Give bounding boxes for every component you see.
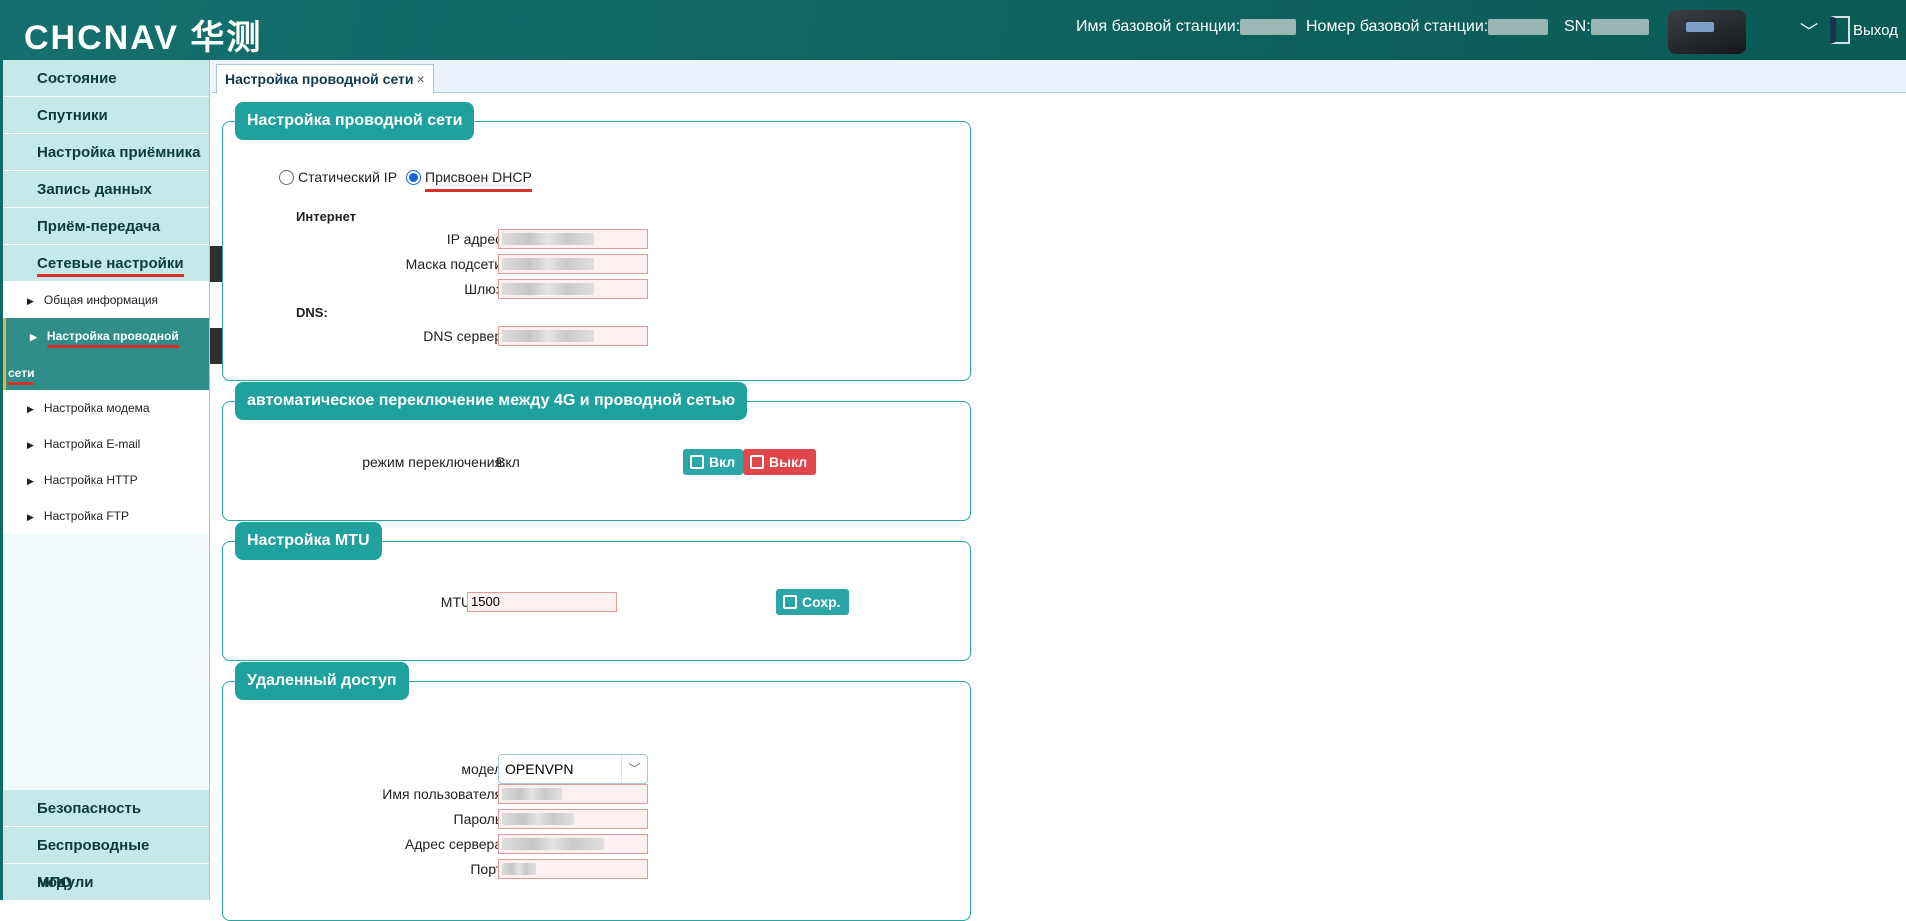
username-input[interactable] bbox=[498, 784, 648, 804]
switch-mode-label: режим переключения: bbox=[362, 454, 506, 470]
close-icon bbox=[750, 455, 764, 469]
chevron-down-icon[interactable]: ﹀ bbox=[1800, 18, 1818, 44]
sn-value bbox=[1590, 18, 1649, 35]
tab-wired-network[interactable]: Настройка проводной сети × bbox=[216, 64, 434, 94]
panel-title: Настройка MTU bbox=[235, 522, 382, 560]
sidebar-item-satellites[interactable]: Спутники bbox=[3, 97, 209, 134]
mask-label: Маска подсети: bbox=[405, 256, 506, 272]
triangle-right-icon: ▶ bbox=[27, 512, 34, 522]
sn-info: SN: bbox=[1564, 18, 1649, 36]
mtu-panel: Настройка MTU MTU: 1500 Сохр. bbox=[222, 522, 971, 661]
switch-off-button[interactable]: Выкл bbox=[743, 449, 816, 475]
gateway-label: Шлюз: bbox=[464, 281, 506, 297]
sidebar-sub-label: Общая информация bbox=[43, 293, 159, 307]
switch-on-label: Вкл bbox=[709, 454, 736, 470]
sidebar-sub-label-cont: сети bbox=[8, 366, 35, 385]
password-label: Пароль: bbox=[453, 811, 506, 827]
sidebar-sub-label: Настройка HTTP bbox=[43, 473, 138, 487]
sn-label: SN: bbox=[1564, 18, 1591, 35]
model-select-value: OPENVPN bbox=[505, 761, 574, 777]
sidebar-sub-label: Настройка FTP bbox=[43, 509, 129, 523]
port-label: Порт: bbox=[470, 861, 506, 877]
auto-switch-panel: автоматическое переключение между 4G и п… bbox=[222, 382, 971, 521]
brand-logo: CHCNAV 华测 bbox=[24, 19, 263, 57]
wired-network-panel: Настройка проводной сети Статический IP … bbox=[222, 102, 971, 381]
server-address-input[interactable] bbox=[498, 834, 648, 854]
logout-link[interactable]: Выход bbox=[1853, 22, 1898, 39]
dns-server-label: DNS сервер: bbox=[423, 328, 506, 344]
server-address-label: Адрес сервера: bbox=[404, 836, 506, 852]
mtu-input[interactable]: 1500 bbox=[467, 592, 617, 612]
sidebar-sub-label: Настройка модема bbox=[43, 401, 150, 415]
ip-label: IP адрес: bbox=[446, 231, 506, 247]
triangle-right-icon: ▶ bbox=[27, 296, 34, 306]
sidebar-sub-general-info[interactable]: ▶ Общая информация bbox=[3, 282, 209, 318]
tab-bar: Настройка проводной сети × bbox=[212, 60, 1906, 94]
station-number-info: Номер базовой станции: bbox=[1306, 18, 1549, 36]
port-input[interactable] bbox=[498, 859, 648, 879]
sidebar-item-status[interactable]: Состояние bbox=[3, 60, 209, 97]
ip-input[interactable] bbox=[498, 229, 648, 249]
internet-heading: Интернет bbox=[296, 209, 357, 224]
save-icon bbox=[783, 595, 797, 609]
station-name-value bbox=[1240, 18, 1297, 35]
dns-heading: DNS: bbox=[296, 305, 328, 320]
sidebar-sub-wired-network[interactable]: ▶ Настройка проводной сети bbox=[3, 318, 209, 390]
mask-input[interactable] bbox=[498, 254, 648, 274]
triangle-right-icon: ▶ bbox=[30, 332, 37, 342]
sidebar-item-network-settings[interactable]: Сетевые настройки bbox=[3, 245, 209, 282]
remote-access-panel: Удаленный доступ модел: OPENVPN ﹀ Имя пол… bbox=[222, 662, 971, 921]
sidebar-sub-ftp[interactable]: ▶ Настройка FTP bbox=[3, 498, 209, 534]
triangle-right-icon: ▶ bbox=[27, 404, 34, 414]
receiver-device-image bbox=[1668, 10, 1746, 54]
tab-label: Настройка проводной сети bbox=[225, 71, 414, 87]
sidebar-sub-http[interactable]: ▶ Настройка HTTP bbox=[3, 462, 209, 498]
panel-title: Удаленный доступ bbox=[235, 662, 409, 700]
chevron-down-icon: ﹀ bbox=[621, 755, 647, 783]
password-input[interactable] bbox=[498, 809, 648, 829]
sidebar-item-io[interactable]: Приём-передача bbox=[3, 208, 209, 245]
model-label: модел: bbox=[461, 761, 506, 777]
username-label: Имя пользователя: bbox=[382, 786, 506, 802]
logout-icon[interactable] bbox=[1830, 16, 1850, 44]
sidebar-item-network-settings-label: Сетевые настройки bbox=[37, 255, 184, 277]
model-select[interactable]: OPENVPN ﹀ bbox=[498, 754, 648, 784]
station-number-label: Номер базовой станции: bbox=[1306, 18, 1489, 35]
station-name-info: Имя базовой станции: bbox=[1076, 18, 1297, 36]
station-number-value bbox=[1488, 18, 1549, 35]
triangle-right-icon: ▶ bbox=[27, 476, 34, 486]
sidebar-item-security[interactable]: Безопасность bbox=[3, 790, 209, 827]
sidebar: Состояние Спутники Настройка приёмника З… bbox=[0, 60, 210, 901]
panel-title: автоматическое переключение между 4G и п… bbox=[235, 382, 748, 420]
dhcp-radio[interactable] bbox=[406, 170, 421, 185]
close-icon[interactable]: × bbox=[417, 71, 425, 87]
header-bar: CHCNAV 华测 Имя базовой станции: Номер баз… bbox=[0, 0, 1906, 60]
sidebar-sub-modem[interactable]: ▶ Настройка модема bbox=[3, 390, 209, 426]
gateway-input[interactable] bbox=[498, 279, 648, 299]
switch-off-label: Выкл bbox=[769, 454, 808, 470]
sidebar-sub-label: Настройка E-mail bbox=[43, 437, 141, 451]
mtu-label: MTU: bbox=[440, 594, 475, 610]
sidebar-bottom-group: Безопасность Беспроводные модули МПО bbox=[3, 790, 209, 901]
edit-icon bbox=[690, 455, 704, 469]
static-ip-radio[interactable] bbox=[279, 170, 294, 185]
sidebar-item-firmware[interactable]: МПО bbox=[3, 864, 209, 901]
sidebar-item-wireless-modules[interactable]: Беспроводные модули bbox=[3, 827, 209, 891]
sidebar-sub-email[interactable]: ▶ Настройка E-mail bbox=[3, 426, 209, 462]
switch-on-button[interactable]: Вкл bbox=[683, 449, 743, 475]
dhcp-label[interactable]: Присвоен DHCP bbox=[425, 169, 532, 192]
dns-server-input[interactable] bbox=[498, 326, 648, 346]
static-ip-label[interactable]: Статический IP bbox=[298, 169, 397, 185]
switch-mode-value: Вкл bbox=[496, 454, 520, 470]
triangle-right-icon: ▶ bbox=[27, 440, 34, 450]
sidebar-item-data-logging[interactable]: Запись данных bbox=[3, 171, 209, 208]
mtu-save-button[interactable]: Сохр. bbox=[776, 589, 849, 615]
station-name-label: Имя базовой станции: bbox=[1076, 18, 1241, 35]
mtu-save-label: Сохр. bbox=[802, 594, 841, 610]
sidebar-sub-label: Настройка проводной bbox=[46, 329, 179, 348]
panel-title: Настройка проводной сети bbox=[235, 102, 475, 140]
sidebar-item-receiver-settings[interactable]: Настройка приёмника bbox=[3, 134, 209, 171]
